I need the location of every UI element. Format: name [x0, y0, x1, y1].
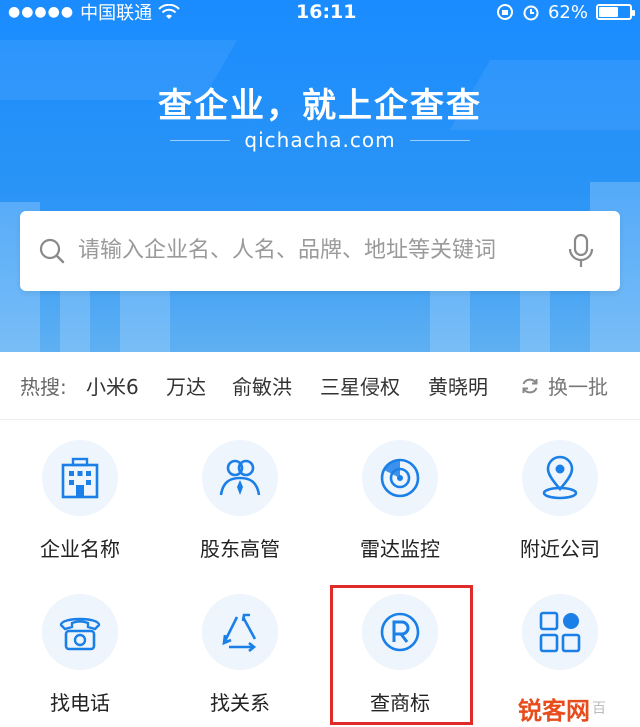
- telephone-icon: [59, 617, 101, 651]
- hero-domain-row: qichacha.com: [0, 128, 640, 152]
- grid-item-find-phone[interactable]: [42, 594, 118, 670]
- watermark-faint: 百: [592, 701, 606, 717]
- alarm-icon: [523, 5, 539, 21]
- hot-search-item[interactable]: 三星侵权: [320, 371, 400, 400]
- highlight-box: [330, 585, 473, 725]
- status-time: 16:11: [296, 1, 357, 23]
- battery-fill: [599, 7, 618, 17]
- hero-banner: ●●●●● 中国联通 16:11 62% 查企业，就上企查查 qichacha.…: [0, 0, 640, 352]
- microphone-icon[interactable]: [566, 233, 596, 269]
- search-icon: [39, 238, 65, 264]
- grid-item-more[interactable]: [522, 594, 598, 670]
- grid-label: 找电话: [50, 691, 110, 715]
- battery-percent: 62%: [547, 1, 588, 23]
- relation-triangle-icon: [222, 613, 257, 653]
- grid-item-radar-monitor[interactable]: [362, 440, 438, 516]
- hot-search-label: 热搜:: [20, 375, 67, 399]
- building-icon: [61, 457, 99, 499]
- hot-search-item[interactable]: 小米6: [86, 371, 139, 400]
- radar-icon: [380, 458, 420, 498]
- battery-icon: [596, 4, 635, 20]
- watermark: 锐客网 百: [518, 690, 638, 726]
- hero-slogan: 查企业，就上企查查: [158, 86, 482, 126]
- grid-item-shareholders[interactable]: [202, 440, 278, 516]
- hot-search-item[interactable]: 俞敏洪: [232, 371, 292, 400]
- grid-item-company-name[interactable]: [42, 440, 118, 516]
- grid-label: 找关系: [210, 691, 270, 715]
- refresh-button[interactable]: 换一批: [520, 371, 608, 400]
- more-grid-icon: [539, 611, 581, 653]
- hot-search-bar: 热搜: 小米6 万达 俞敏洪 三星侵权 黄晓明 换一批: [0, 352, 640, 420]
- hot-search-item[interactable]: 黄晓明: [428, 371, 488, 400]
- refresh-icon: [522, 378, 538, 393]
- status-bar: ●●●●● 中国联通 16:11 62%: [0, 0, 640, 24]
- search-placeholder: 请输入企业名、人名、品牌、地址等关键词: [78, 238, 497, 263]
- carrier-name: 中国联通: [80, 3, 153, 24]
- refresh-label: 换一批: [548, 375, 608, 399]
- grid-item-nearby[interactable]: [522, 440, 598, 516]
- grid-item-find-relation[interactable]: [202, 594, 278, 670]
- divider: [409, 139, 470, 141]
- grid-label: 企业名称: [40, 537, 120, 561]
- grid-label: 股东高管: [200, 537, 280, 561]
- divider: [170, 139, 231, 141]
- people-icon: [219, 459, 261, 496]
- search-input[interactable]: 请输入企业名、人名、品牌、地址等关键词: [20, 211, 620, 291]
- watermark-text: 锐客网: [518, 696, 590, 725]
- wifi-icon: [158, 4, 180, 19]
- grid-label: 附近公司: [520, 537, 600, 561]
- signal-dots: ●●●●●: [8, 4, 75, 20]
- rotation-lock-icon: [496, 4, 513, 20]
- hero-domain: qichacha.com: [244, 128, 396, 152]
- grid-label: 雷达监控: [360, 537, 440, 561]
- location-icon: [542, 455, 578, 500]
- hot-search-item[interactable]: 万达: [166, 371, 206, 400]
